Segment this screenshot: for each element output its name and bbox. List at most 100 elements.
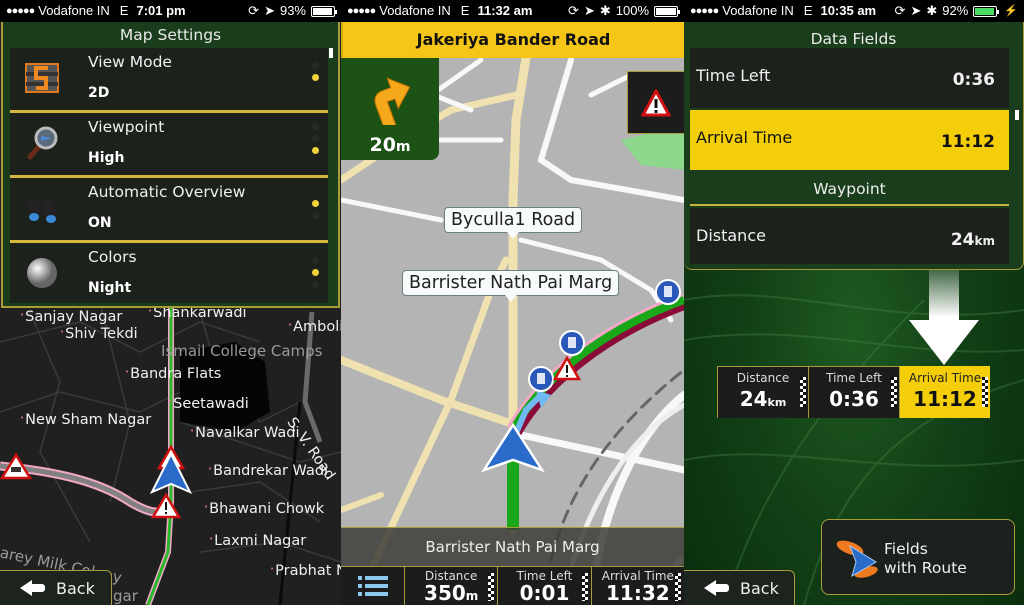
data-field-value: 0:01 [519, 581, 570, 605]
back-label: Back [740, 578, 779, 598]
data-fields-preview: Distance 24km Time Left 0:36 Arrival Tim… [717, 366, 990, 418]
option-indicator [312, 200, 320, 224]
view-mode-icon [25, 63, 59, 93]
fuel-station-icon [528, 366, 554, 392]
setting-automatic-overview[interactable]: Automatic Overview ON [10, 178, 328, 240]
option-label: Distance [696, 226, 766, 245]
data-fields-bar[interactable]: Distance 350m Time Left 0:01 Arrival Tim… [341, 566, 684, 605]
map-label: Bhawani Chowk [204, 501, 324, 517]
option-value: 24km [950, 230, 995, 250]
turn-distance: 20m [369, 134, 411, 156]
battery-icon [311, 5, 337, 17]
rotation-lock-icon: ⟳ [568, 3, 579, 18]
back-arrow-icon [20, 580, 46, 596]
preview-value: 0:36 [829, 387, 879, 411]
battery-icon [973, 5, 1000, 17]
setting-view-mode[interactable]: View Mode 2D [10, 48, 328, 110]
map-settings-screen: Sanjay Nagar Shankarwadi Amboli Shiv Tek… [0, 0, 341, 605]
data-fields-panel: Data Fields Time Left 0:36 Arrival Time … [684, 22, 1024, 270]
preview-arrival-time: Arrival Time 11:12 [899, 366, 990, 418]
street-callout: Byculla1 Road [444, 207, 583, 239]
panel-title: Data Fields [810, 30, 897, 48]
setting-value: Night [88, 280, 132, 296]
battery-percent: 92% [942, 3, 969, 18]
setting-value: High [88, 150, 125, 166]
data-field-time-left[interactable]: Time Left 0:01 [498, 567, 592, 605]
navigation-screen: ●●●●● Vodafone IN E 11:32 am ⟳ ➤ ✱ 100% … [341, 0, 684, 605]
back-button[interactable]: Back [684, 570, 795, 605]
data-field-option-arrival-time[interactable]: Arrival Time 11:12 [690, 110, 1009, 170]
map-label: Shiv Tekdi [60, 326, 138, 342]
rotation-lock-icon: ⟳ [248, 3, 260, 18]
checkered-flag-icon [674, 573, 681, 601]
status-bar: ●●●●● Vodafone IN E 7:01 pm ⟳ ➤ 93% [0, 0, 341, 22]
current-street: Jakeriya Bander Road [341, 22, 684, 58]
map-label: Laxmi Nagar [209, 533, 306, 549]
carrier-name: Vodafone IN [379, 3, 451, 18]
carrier-name: Vodafone IN [722, 3, 794, 18]
setting-value: 2D [88, 85, 110, 101]
hazard-warning-icon [150, 492, 182, 519]
signal-icon: ●●●●● [347, 5, 376, 17]
option-indicator [312, 62, 320, 86]
scrollbar[interactable] [329, 48, 333, 58]
checkered-flag-icon [800, 377, 806, 407]
back-button[interactable]: Back [0, 570, 112, 605]
list-menu-icon [357, 576, 388, 596]
menu-button[interactable] [341, 567, 405, 605]
checkered-flag-icon [982, 377, 988, 407]
checkered-flag-icon [488, 573, 495, 601]
map-label: Sanjay Nagar [20, 309, 122, 325]
fields-with-route-button[interactable]: Fields with Route [821, 519, 1015, 595]
setting-viewpoint[interactable]: Viewpoint High [10, 113, 328, 175]
option-label: Arrival Time [696, 128, 793, 147]
setting-label: View Mode [88, 53, 172, 71]
network-type: E [460, 3, 470, 18]
data-field-option-time-left[interactable]: Time Left 0:36 [690, 48, 1009, 108]
data-field-arrival-time[interactable]: Arrival Time 11:32 [592, 567, 684, 605]
map-label: New Sham Nagar [20, 412, 151, 428]
preview-label: Distance [736, 371, 790, 385]
next-turn-panel[interactable]: 20m [341, 58, 439, 160]
battery-percent: 100% [615, 3, 649, 18]
network-type: E [119, 3, 129, 18]
data-field-value: 350m [424, 581, 479, 605]
next-street-bar: Barrister Nath Pai Marg [341, 527, 684, 566]
clock: 10:35 am [820, 3, 877, 18]
location-icon: ➤ [264, 3, 275, 18]
clock: 11:32 am [477, 3, 533, 18]
hazard-warning-icon [641, 88, 671, 116]
checkered-flag-icon [891, 377, 897, 407]
back-arrow-icon [704, 580, 730, 596]
fuel-station-icon [655, 279, 681, 305]
scrollbar[interactable] [1015, 110, 1019, 120]
preview-label: Arrival Time [908, 371, 982, 385]
preview-value: 24km [739, 387, 787, 411]
section-header: Waypoint [690, 172, 1009, 206]
fuel-station-icon [559, 330, 585, 356]
setting-label: Colors [88, 248, 137, 266]
signal-icon: ●●●●● [690, 5, 719, 17]
turn-right-arrow-icon [374, 77, 411, 125]
option-label: Time Left [696, 66, 771, 85]
panel-title: Map Settings [119, 26, 222, 44]
data-field-value: 11:32 [605, 581, 670, 605]
street-callout: Barrister Nath Pai Marg [402, 270, 620, 302]
data-field-distance[interactable]: Distance 350m [405, 567, 499, 605]
data-field-option-distance[interactable]: Distance 24km [690, 208, 1009, 264]
clock: 7:01 pm [136, 3, 186, 18]
battery-icon [654, 5, 680, 17]
preview-time-left: Time Left 0:36 [808, 366, 899, 418]
location-icon: ➤ [583, 3, 595, 18]
setting-label: Viewpoint [88, 118, 165, 136]
network-type: E [803, 3, 813, 18]
option-value: 0:36 [952, 70, 995, 90]
setting-colors[interactable]: Colors Night [10, 243, 328, 303]
carrier-name: Vodafone IN [38, 3, 110, 18]
checkered-flag-icon [581, 573, 588, 601]
status-bar: ●●●●● Vodafone IN E 11:32 am ⟳ ➤ ✱ 100% [341, 0, 684, 22]
warning-button[interactable] [627, 71, 684, 134]
preview-label: Time Left [826, 371, 882, 385]
down-arrow-icon [909, 270, 979, 365]
map-label: Amboli [288, 319, 341, 335]
